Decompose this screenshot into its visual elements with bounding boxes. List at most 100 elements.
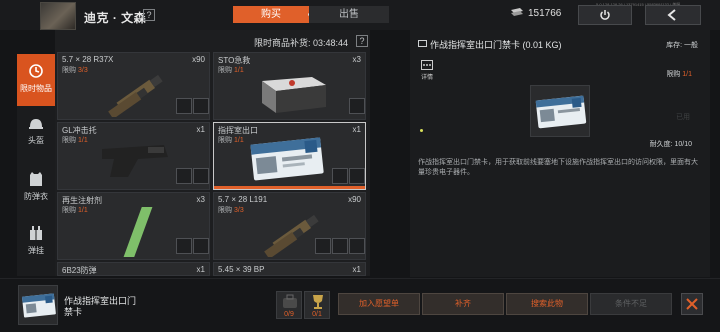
category-sidebar: 限时物品 头盔 防弹衣 弹挂 — [17, 54, 55, 276]
player-avatar[interactable] — [40, 2, 76, 30]
bag-icon — [283, 294, 297, 308]
item-name: 6B23防弹 — [62, 266, 97, 275]
chest-rig-icon — [30, 226, 42, 240]
item-name: 5.7 × 28 L191 — [218, 195, 268, 204]
stock-icon — [102, 145, 168, 177]
requirement-slot — [193, 98, 209, 114]
back-arrow-icon — [667, 9, 676, 21]
currency-icon — [511, 8, 523, 16]
tab-sell[interactable]: 出售 — [309, 6, 389, 23]
item-qty: x3 — [352, 55, 361, 64]
fill-up-button[interactable]: 补齐 — [422, 293, 504, 315]
item-name: 5.7 × 28 R37X — [62, 55, 114, 64]
add-to-wishlist-button[interactable]: 加入愿望单 — [338, 293, 420, 315]
indicator-dot — [420, 129, 423, 132]
material-count: 0/9 — [284, 311, 294, 318]
vest-icon — [30, 172, 42, 186]
close-icon — [686, 298, 698, 310]
requirement-slot — [176, 238, 192, 254]
material-count: 0/1 — [312, 311, 322, 318]
category-vest[interactable]: 防弹衣 — [17, 162, 55, 214]
detail-stock: 库存: 一般 — [666, 42, 698, 49]
item-qty: x1 — [352, 125, 361, 134]
search-item-button[interactable]: 搜索此物 — [506, 293, 588, 315]
info-icon — [421, 60, 433, 70]
requirement-slot — [349, 238, 365, 254]
requirement-slot — [193, 168, 209, 184]
item-card-command-exit[interactable]: 指挥室出口 限购 1/1 x1 — [213, 122, 366, 190]
item-limit: 限购 1/1 — [62, 207, 88, 214]
requirement-slot — [349, 168, 365, 184]
item-card-545-bp[interactable]: 5.45 × 39 BP x1 — [213, 262, 366, 276]
restock-timer: 限时商品补货: 03:48:44 — [254, 38, 349, 48]
insufficient-conditions-button[interactable]: 条件不足 — [590, 293, 672, 315]
item-card-l191[interactable]: 5.7 × 28 L191 限购 3/3 x90 — [213, 192, 366, 260]
category-label: 头盔 — [28, 136, 44, 145]
category-label: 限时物品 — [20, 84, 52, 93]
player-name: 迪克 · 文森 — [84, 11, 147, 25]
requirement-slot — [349, 98, 365, 114]
item-limit: 限购 3/3 — [218, 207, 244, 214]
trophy-icon — [313, 295, 323, 309]
ammo-icon — [108, 74, 163, 117]
shop-panel: 限时商品补货: 03:48:44 ? 5.7 × 28 R37X 限购 3/3 x… — [55, 30, 370, 276]
category-label: 防弹衣 — [24, 192, 48, 201]
item-name: 5.45 × 39 BP — [218, 265, 265, 274]
requirement-slot — [315, 238, 331, 254]
category-chest-rig[interactable]: 弹挂 — [17, 216, 55, 268]
power-icon — [600, 10, 610, 20]
item-card-6b23[interactable]: 6B23防弹 x1 — [57, 262, 210, 276]
injector-icon — [123, 207, 153, 257]
keycard-icon — [250, 137, 324, 181]
item-card-sto-medkit[interactable]: STO急救 限购 1/1 x3 — [213, 52, 366, 120]
item-limit: 限购 1/1 — [218, 67, 244, 74]
item-qty: x90 — [192, 55, 205, 64]
item-card-r37x[interactable]: 5.7 × 28 R37X 限购 3/3 x90 — [57, 52, 210, 120]
requirement-slot — [176, 98, 192, 114]
close-button[interactable] — [681, 293, 703, 315]
item-qty: x1 — [196, 265, 205, 274]
requirement-slot — [332, 238, 348, 254]
item-qty: x1 — [352, 265, 361, 274]
category-limited[interactable]: 限时物品 — [17, 54, 55, 106]
power-button[interactable] — [578, 5, 632, 25]
item-qty: x3 — [196, 195, 205, 204]
material-slot-bag[interactable]: 0/9 — [276, 291, 302, 319]
currency-amount: 151766 — [528, 8, 562, 19]
item-qty: x90 — [348, 195, 361, 204]
detail-limit: 限购 1/1 — [666, 71, 692, 78]
item-qty: x1 — [196, 125, 205, 134]
item-card-injector[interactable]: 再生注射剂 限购 1/1 x3 — [57, 192, 210, 260]
tab-buy[interactable]: 购买 — [233, 6, 309, 23]
helmet-icon — [29, 119, 43, 129]
item-card-gl-stock[interactable]: GL冲击托 限购 1/1 x1 — [57, 122, 210, 190]
detail-durability: 耐久度: 10/10 — [649, 141, 692, 148]
detail-description: 作战指挥室出口门禁卡，用于获取前线要塞地下设施作战指挥室出口的访问权限，里面有大… — [418, 159, 698, 176]
details-button[interactable]: 详情 — [418, 60, 436, 81]
keycard-small-icon — [418, 40, 427, 47]
item-limit: 限购 3/3 — [62, 67, 88, 74]
requirement-slot — [332, 168, 348, 184]
item-limit: 限购 1/1 — [62, 137, 88, 144]
keycard-icon — [535, 95, 587, 129]
selection-bar — [214, 186, 365, 189]
player-help-icon[interactable]: ? — [143, 9, 155, 21]
medkit-icon — [262, 77, 326, 113]
details-label: 详情 — [420, 75, 433, 81]
requirement-slot — [176, 168, 192, 184]
top-bar: 迪克 · 文森 ? 购买 出售 151766 5.0.128.128.26 | … — [0, 0, 720, 30]
detail-item-image — [530, 85, 590, 137]
item-detail-panel: 作战指挥室出口门禁卡 (0.01 KG) 库存: 一般 详情 限购 1/1 已用… — [410, 30, 710, 277]
clock-icon — [29, 64, 43, 78]
timer-help-icon[interactable]: ? — [356, 35, 368, 47]
material-slot-trophy[interactable]: 0/1 — [304, 291, 330, 319]
category-label: 弹挂 — [28, 246, 44, 255]
back-button[interactable] — [645, 5, 701, 25]
requirement-slot — [193, 238, 209, 254]
item-limit: 限购 1/1 — [218, 137, 244, 144]
selected-item-thumbnail — [18, 285, 58, 325]
detail-title: 作战指挥室出口门禁卡 (0.01 KG) — [430, 40, 562, 50]
keycard-icon — [21, 293, 56, 318]
selected-item-name: 作战指挥室出口门禁卡 — [64, 296, 137, 317]
category-helmet[interactable]: 头盔 — [17, 108, 55, 160]
